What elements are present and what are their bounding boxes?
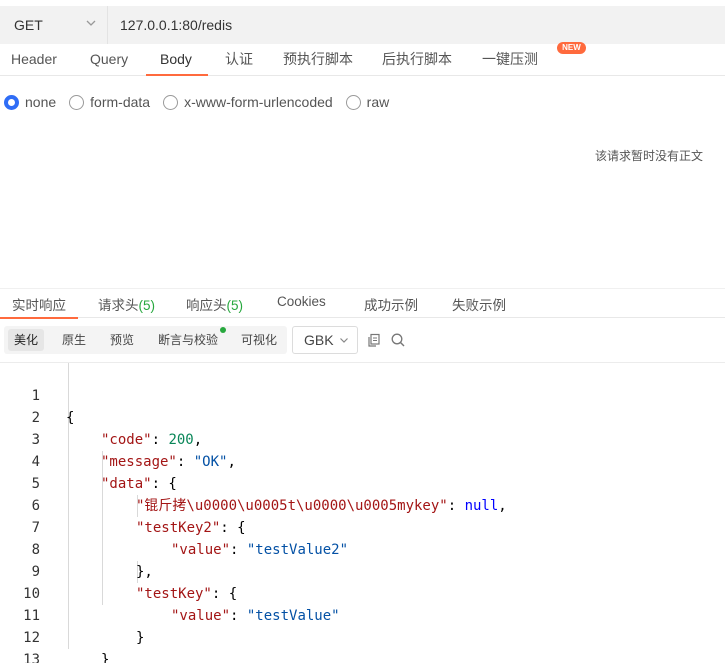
token: } [101,652,110,663]
line-number: 13 [23,652,40,663]
view-preview[interactable]: 预览 [104,329,140,351]
code-line: 12 } [0,605,725,663]
tab-auth[interactable]: 认证 [225,44,253,75]
tab-fail-example[interactable]: 失败示例 [452,294,506,314]
encoding-label: GBK [304,332,334,348]
response-tabs: 实时响应 请求头(5) 响应头(5) Cookies 成功示例 失败示例 [0,288,725,319]
code-line: 3 "message": "OK", [0,407,725,470]
chevron-down-icon [86,20,96,26]
url-bar: GET 127.0.0.1:80/redis [0,6,725,44]
response-toolbar: 美化 原生 预览 断言与校验 可视化 GBK [0,326,725,354]
count: (5) [226,298,244,313]
radio-circle [4,94,19,110]
view-mode-group: 美化 原生 预览 断言与校验 可视化 [4,326,287,354]
radio-raw[interactable]: raw [345,94,390,110]
code-line: 5 "锟斤拷\u0000\u0005t\u0000\u0005mykey": n… [0,451,725,514]
tab-label: 请求头 [98,298,139,313]
radio-form-data[interactable]: form-data [69,94,150,110]
new-badge: NEW [557,42,586,54]
code-line: 7 "value": "testValue2" [0,495,725,558]
tab-response-headers[interactable]: 响应头(5) [186,294,243,314]
code-line: 11 } [0,583,725,646]
radio-none[interactable]: none [4,94,56,110]
radio-circle [163,94,179,110]
method-select[interactable]: GET [0,6,108,44]
code-line: 9 "testKey": { [0,539,725,602]
radio-label: none [25,94,57,110]
code-line: 4 "data": { [0,429,725,492]
view-visualize[interactable]: 可视化 [235,329,283,351]
tab-pre-script[interactable]: 预执行脚本 [283,44,353,75]
encoding-select[interactable]: GBK [292,326,358,354]
code-line: 2 "code": 200, [0,385,725,448]
status-dot [220,327,227,333]
radio-urlencoded[interactable]: x-www-form-urlencoded [163,94,333,110]
tab-request-headers[interactable]: 请求头(5) [98,294,155,314]
no-body-message: 该请求暂时没有正文 [594,149,703,163]
count: (5) [138,298,156,313]
tab-body[interactable]: Body [146,44,208,76]
chevron-down-icon [340,338,348,343]
code-text: } [101,649,109,663]
copy-icon[interactable] [366,332,382,348]
url-input[interactable]: 127.0.0.1:80/redis [108,17,232,33]
request-tabs: Header Query Body 认证 预执行脚本 后执行脚本 一键压测 [0,44,725,76]
json-code-view[interactable]: 1 { 2 "code": 200, 3 "message": "OK", 4 … [0,362,725,663]
tab-query[interactable]: Query [90,44,128,75]
code-line: 1 { [0,363,725,426]
code-line: 6 "testKey2": { [0,473,725,536]
tab-header[interactable]: Header [11,44,57,75]
view-assertions-label: 断言与校验 [158,333,219,347]
radio-label: raw [366,94,390,110]
tab-success-example[interactable]: 成功示例 [364,294,418,314]
view-raw[interactable]: 原生 [56,329,92,351]
tab-realtime-response[interactable]: 实时响应 [0,294,78,319]
code-line: 8 }, [0,517,725,580]
method-label: GET [14,17,43,33]
radio-circle [69,94,85,110]
code-line: 13 } [0,627,725,663]
tab-post-script[interactable]: 后执行脚本 [382,44,452,75]
code-line: 10 "value": "testValue" [0,561,725,624]
view-beautify[interactable]: 美化 [8,329,45,351]
view-assertions[interactable]: 断言与校验 [152,327,227,351]
tab-cookies[interactable]: Cookies [277,294,326,309]
radio-label: form-data [90,94,151,110]
search-icon[interactable] [390,332,406,348]
body-type-group: none form-data x-www-form-urlencoded raw [4,92,402,112]
radio-circle [345,94,361,110]
tab-label: 响应头 [186,298,227,313]
radio-label: x-www-form-urlencoded [184,94,333,110]
tab-load-test[interactable]: 一键压测 [482,44,538,75]
